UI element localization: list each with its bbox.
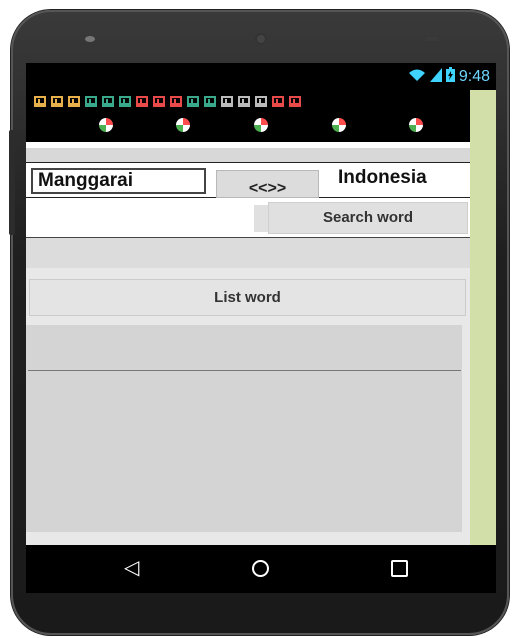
banner-motif — [238, 96, 250, 107]
banner-motif — [153, 96, 165, 107]
clock-time: 9:48 — [458, 68, 490, 85]
wifi-icon — [408, 68, 426, 87]
word-list-view[interactable] — [26, 325, 462, 532]
banner-motif — [85, 96, 97, 107]
battery-charging-icon — [445, 67, 455, 87]
home-circle-icon[interactable] — [252, 560, 269, 577]
banner-motif — [34, 96, 46, 107]
banner-motif-row — [34, 96, 301, 107]
banner-rosette — [409, 118, 423, 132]
banner-motif — [119, 96, 131, 107]
app-screen: 9:48 Manggarai <<>> Indonesia Search wor… — [26, 63, 496, 593]
back-triangle-icon[interactable]: ◁ — [124, 556, 139, 580]
banner-motif — [136, 96, 148, 107]
banner-rosette — [254, 118, 268, 132]
proximity-sensor — [425, 37, 439, 41]
header-banner — [26, 90, 470, 142]
banner-motif — [204, 96, 216, 107]
banner-motif — [272, 96, 284, 107]
signal-icon — [429, 67, 442, 87]
target-language-label[interactable]: Indonesia — [338, 167, 427, 189]
source-language-label[interactable]: Manggarai — [31, 168, 206, 194]
recents-square-icon[interactable] — [391, 560, 408, 577]
banner-rosette — [176, 118, 190, 132]
status-bar: 9:48 — [26, 63, 496, 90]
search-row: Search word — [26, 198, 470, 238]
banner-motif — [102, 96, 114, 107]
banner-rosette — [332, 118, 346, 132]
search-word-button[interactable]: Search word — [268, 202, 468, 234]
list-word-button[interactable]: List word — [29, 279, 466, 316]
banner-motif — [255, 96, 267, 107]
right-edge-strip — [470, 90, 496, 593]
search-separator — [254, 205, 268, 232]
banner-motif — [289, 96, 301, 107]
banner-motif — [170, 96, 182, 107]
list-divider — [28, 370, 461, 371]
earpiece-speaker — [85, 36, 95, 42]
search-input[interactable] — [32, 205, 254, 232]
banner-rosette — [99, 118, 113, 132]
content-top-band — [26, 238, 470, 268]
banner-motif — [68, 96, 80, 107]
language-selector-row: Manggarai <<>> Indonesia — [26, 162, 470, 198]
banner-motif — [187, 96, 199, 107]
swap-language-button[interactable]: <<>> — [216, 170, 319, 198]
front-camera — [255, 33, 267, 45]
spacer-bar — [26, 148, 470, 162]
banner-motif — [51, 96, 63, 107]
banner-motif — [221, 96, 233, 107]
side-volume-button — [9, 130, 15, 235]
